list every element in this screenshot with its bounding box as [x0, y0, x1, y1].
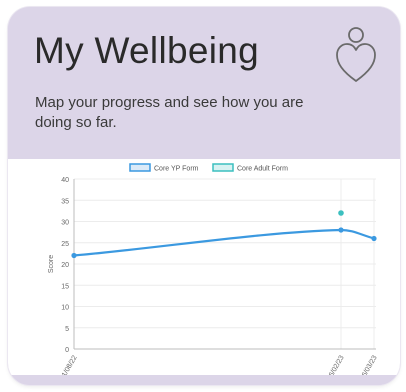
data-point-core-yp [371, 235, 377, 242]
legend-swatch [212, 163, 234, 172]
y-tick-label: 0 [65, 347, 69, 354]
legend-label: Core Adult Form [237, 166, 288, 173]
y-tick-label: 25 [61, 241, 69, 248]
page-title: My Wellbeing [34, 30, 260, 71]
progress-chart: 0 5 10 15 20 25 30 35 40 Score 31/08/22 16/02/23 06/… [8, 159, 400, 382]
heart-outline-icon [334, 25, 378, 87]
y-tick-label: 30 [61, 220, 69, 227]
y-tick-label: 40 [61, 177, 69, 184]
y-tick-label: 35 [61, 198, 69, 205]
card-header: My Wellbeing Map your progress and see h… [8, 7, 400, 157]
x-tick-label: 06/03/23 [359, 354, 379, 375]
card-footer [8, 375, 400, 385]
data-point-core-yp [338, 227, 344, 233]
y-tick-label: 5 [65, 326, 69, 333]
y-tick-label: 20 [61, 262, 69, 269]
y-tick-label: 10 [61, 305, 69, 312]
wellbeing-card[interactable]: My Wellbeing Map your progress and see h… [8, 7, 400, 385]
y-axis-label: Score [48, 255, 55, 273]
y-tick-label: 15 [61, 283, 69, 290]
legend-label: Core YP Form [154, 166, 199, 173]
x-tick-label: 31/08/22 [59, 354, 79, 375]
progress-chart-svg: 0 5 10 15 20 25 30 35 40 Score 31/08/22 16/02/23 06/… [48, 163, 379, 382]
legend-swatch [129, 163, 151, 172]
data-point-core-yp [71, 252, 77, 259]
x-tick-label: 16/02/23 [326, 354, 346, 375]
data-point-core-adult [338, 210, 344, 216]
page-subtitle: Map your progress and see how you are do… [35, 94, 304, 131]
